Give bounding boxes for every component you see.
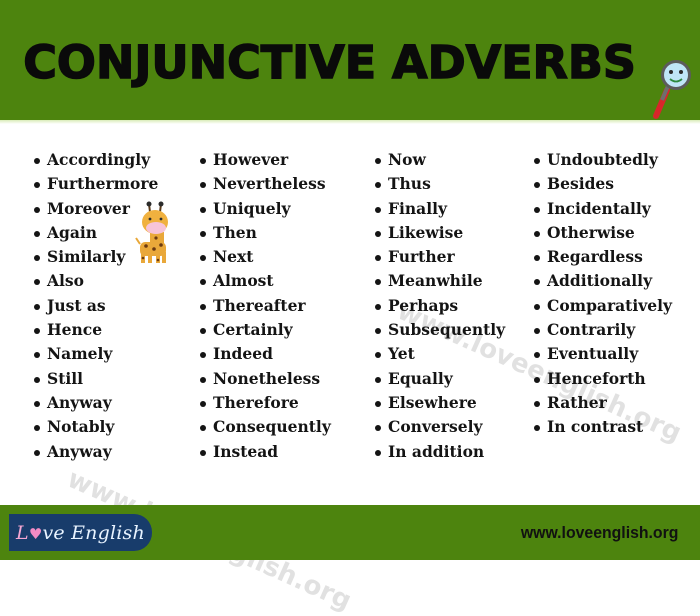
giraffe-icon (135, 201, 168, 263)
list-item: Perhaps (374, 294, 505, 318)
list-item: Now (374, 148, 505, 172)
list-item: Regardless (533, 245, 672, 269)
list-item: In contrast (533, 415, 672, 439)
word-list-area: www.loveenglish.org www.loveenglish.org … (0, 124, 700, 616)
list-item: Undoubtedly (533, 148, 672, 172)
list-item: Consequently (199, 415, 331, 439)
word-column-4: Undoubtedly Besides Incidentally Otherwi… (533, 148, 672, 440)
list-item: Likewise (374, 221, 505, 245)
list-item: Nonetheless (199, 367, 331, 391)
list-item: Elsewhere (374, 391, 505, 415)
list-item: Otherwise (533, 221, 672, 245)
list-item: Henceforth (533, 367, 672, 391)
list-item: Certainly (199, 318, 331, 342)
list-item: Almost (199, 269, 331, 293)
list-item: Accordingly (33, 148, 158, 172)
list-item: Just as (33, 294, 158, 318)
header-banner: CONJUNCTIVE ADVERBS (0, 0, 700, 120)
list-item: Therefore (199, 391, 331, 415)
list-item: Also (33, 269, 158, 293)
list-item: Furthermore (33, 172, 158, 196)
list-item: In addition (374, 440, 505, 464)
list-item: Besides (533, 172, 672, 196)
word-column-3: Now Thus Finally Likewise Further Meanwh… (374, 148, 505, 464)
list-item: Finally (374, 197, 505, 221)
list-item: Rather (533, 391, 672, 415)
list-item: Equally (374, 367, 505, 391)
list-item: Instead (199, 440, 331, 464)
list-item: Further (374, 245, 505, 269)
list-item: Subsequently (374, 318, 505, 342)
website-link[interactable]: www.loveenglish.org (520, 523, 678, 543)
list-item: Yet (374, 342, 505, 366)
love-english-logo[interactable]: L♥ve English (9, 514, 152, 551)
list-item: Anyway (33, 440, 158, 464)
logo-rest: ve English (42, 521, 145, 544)
page-title: CONJUNCTIVE ADVERBS (22, 35, 636, 90)
list-item: Still (33, 367, 158, 391)
magnifier-mascot-icon (653, 60, 691, 119)
list-item: Nevertheless (199, 172, 331, 196)
list-item: Then (199, 221, 331, 245)
list-item: Notably (33, 415, 158, 439)
word-column-2: However Nevertheless Uniquely Then Next … (199, 148, 331, 464)
list-item: Next (199, 245, 331, 269)
list-item: Additionally (533, 269, 672, 293)
list-item: Incidentally (533, 197, 672, 221)
word-column-1: Accordingly Furthermore Moreover Again S… (33, 148, 158, 464)
logo-letter-l: L (16, 521, 29, 544)
heart-icon: ♥ (28, 524, 43, 543)
list-item: Eventually (533, 342, 672, 366)
list-item: Conversely (374, 415, 505, 439)
list-item: Namely (33, 342, 158, 366)
list-item: Contrarily (533, 318, 672, 342)
list-item: Hence (33, 318, 158, 342)
list-item: Meanwhile (374, 269, 505, 293)
list-item: However (199, 148, 331, 172)
list-item: Anyway (33, 391, 158, 415)
list-item: Indeed (199, 342, 331, 366)
list-item: Comparatively (533, 294, 672, 318)
list-item: Uniquely (199, 197, 331, 221)
list-item: Thereafter (199, 294, 331, 318)
logo-text: L♥ve English (16, 522, 145, 544)
list-item: Thus (374, 172, 505, 196)
footer-banner: L♥ve English www.loveenglish.org (0, 505, 700, 560)
